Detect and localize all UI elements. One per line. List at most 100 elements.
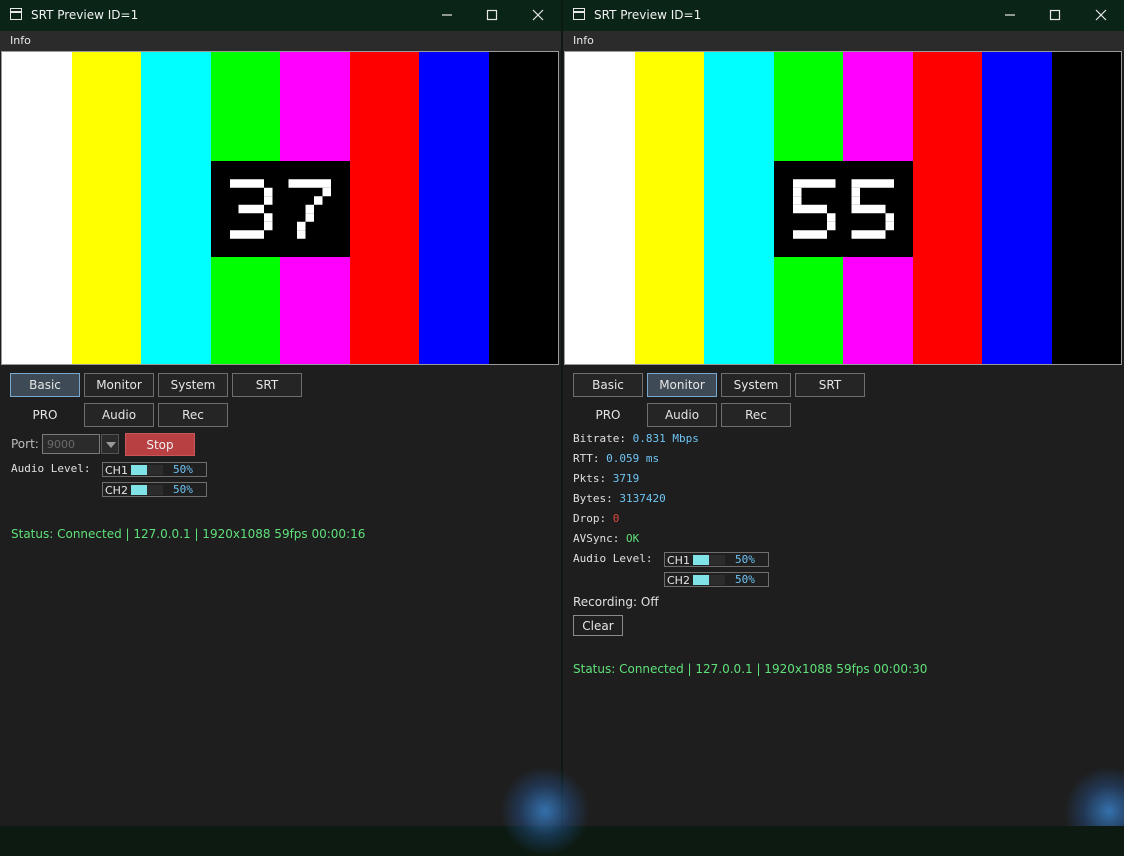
audio-meter-ch2: CH2 50%: [664, 572, 769, 587]
tab-monitor[interactable]: Monitor: [84, 373, 154, 397]
meter-track: [131, 465, 163, 475]
tab-system[interactable]: System: [158, 373, 228, 397]
tab-pro[interactable]: PRO: [573, 403, 643, 427]
audio-level-label: Audio Level:: [573, 552, 653, 565]
color-bar: [71, 52, 141, 364]
port-input[interactable]: [42, 434, 100, 454]
pkts-label: Pkts:: [573, 472, 607, 485]
color-bar: [141, 52, 211, 364]
avsync-label: AVSync:: [573, 532, 620, 545]
meter-track: [693, 575, 725, 585]
video-preview: [1, 51, 559, 365]
drop-row: Drop: 0: [573, 512, 619, 525]
color-bar: [2, 52, 72, 364]
close-icon[interactable]: [529, 7, 547, 23]
window-icon: [10, 8, 22, 20]
minimize-icon[interactable]: [438, 7, 456, 23]
color-bar: [912, 52, 982, 364]
window-title: SRT Preview ID=1: [594, 8, 702, 22]
counter-digit: [793, 179, 836, 239]
minimize-icon[interactable]: [1001, 7, 1019, 23]
frame-counter: [774, 161, 913, 257]
recording-status: Recording: Off: [573, 595, 659, 609]
color-bar: [704, 52, 774, 364]
counter-digit: [851, 179, 894, 239]
meter-track: [693, 555, 725, 565]
close-icon[interactable]: [1092, 7, 1110, 23]
tab-audio[interactable]: Audio: [647, 403, 717, 427]
tab-basic[interactable]: Basic: [10, 373, 80, 397]
drop-label: Drop:: [573, 512, 607, 525]
drop-value: 0: [612, 512, 620, 525]
color-bar: [488, 52, 558, 364]
tab-rec[interactable]: Rec: [158, 403, 228, 427]
meter-percent: 50%: [173, 483, 193, 496]
preview-window-left: SRT Preview ID=1 Info Basic Monitor Syst…: [0, 0, 561, 826]
counter-digit: [288, 179, 331, 239]
avsync-value: OK: [625, 532, 640, 545]
tab-row-1: Basic Monitor System SRT: [10, 373, 302, 397]
bytes-label: Bytes:: [573, 492, 613, 505]
meter-channel: CH1: [667, 554, 690, 567]
maximize-icon[interactable]: [1046, 7, 1064, 23]
frame-counter: [211, 161, 350, 257]
rtt-label: RTT:: [573, 452, 600, 465]
meter-channel: CH1: [105, 464, 128, 477]
bytes-row: Bytes: 3137420: [573, 492, 666, 505]
color-bar: [349, 52, 419, 364]
audio-meter-ch2: CH2 50%: [102, 482, 207, 497]
counter-digit: [230, 179, 273, 239]
tab-srt[interactable]: SRT: [232, 373, 302, 397]
tab-row-2: PRO Audio Rec: [573, 403, 791, 427]
bytes-value: 3137420: [619, 492, 666, 505]
avsync-row: AVSync: OK: [573, 532, 639, 545]
tab-monitor[interactable]: Monitor: [647, 373, 717, 397]
status-line: Status: Connected | 127.0.0.1 | 1920x108…: [11, 527, 366, 541]
meter-percent: 50%: [735, 553, 755, 566]
clear-button[interactable]: Clear: [573, 615, 623, 636]
window-title: SRT Preview ID=1: [31, 8, 139, 22]
color-bar: [565, 52, 635, 364]
color-bar: [634, 52, 704, 364]
menu-info[interactable]: Info: [10, 34, 31, 47]
tab-row-1: Basic Monitor System SRT: [573, 373, 865, 397]
video-preview: [564, 51, 1122, 365]
tab-pro[interactable]: PRO: [10, 403, 80, 427]
tab-audio[interactable]: Audio: [84, 403, 154, 427]
meter-fill: [131, 465, 147, 475]
title-bar[interactable]: SRT Preview ID=1: [563, 0, 1124, 31]
tab-basic[interactable]: Basic: [573, 373, 643, 397]
bitrate-row: Bitrate: 0.831 Mbps: [573, 432, 699, 445]
tab-srt[interactable]: SRT: [795, 373, 865, 397]
chevron-down-icon[interactable]: [101, 434, 119, 454]
title-bar[interactable]: SRT Preview ID=1: [0, 0, 561, 31]
rtt-value: 0.059 ms: [606, 452, 660, 465]
tab-system[interactable]: System: [721, 373, 791, 397]
counter-digits: [793, 179, 894, 239]
color-bar: [1051, 52, 1121, 364]
meter-channel: CH2: [667, 574, 690, 587]
corner-glow: [1064, 766, 1124, 826]
audio-meter-ch1: CH1 50%: [102, 462, 207, 477]
meter-fill: [693, 575, 709, 585]
stop-button[interactable]: Stop: [125, 433, 195, 456]
meter-percent: 50%: [735, 573, 755, 586]
meter-fill: [131, 485, 147, 495]
meter-percent: 50%: [173, 463, 193, 476]
audio-meter-ch1: CH1 50%: [664, 552, 769, 567]
pkts-value: 3719: [612, 472, 640, 485]
menu-info[interactable]: Info: [573, 34, 594, 47]
meter-track: [131, 485, 163, 495]
bitrate-label: Bitrate:: [573, 432, 626, 445]
pkts-row: Pkts: 3719: [573, 472, 639, 485]
meter-fill: [693, 555, 709, 565]
menu-bar: Info: [0, 31, 561, 51]
audio-level-label: Audio Level:: [11, 462, 91, 475]
maximize-icon[interactable]: [483, 7, 501, 23]
color-bar: [419, 52, 489, 364]
rtt-row: RTT: 0.059 ms: [573, 452, 659, 465]
window-icon: [573, 8, 585, 20]
port-label: Port:: [11, 437, 39, 451]
tab-rec[interactable]: Rec: [721, 403, 791, 427]
bitrate-value: 0.831 Mbps: [632, 432, 699, 445]
